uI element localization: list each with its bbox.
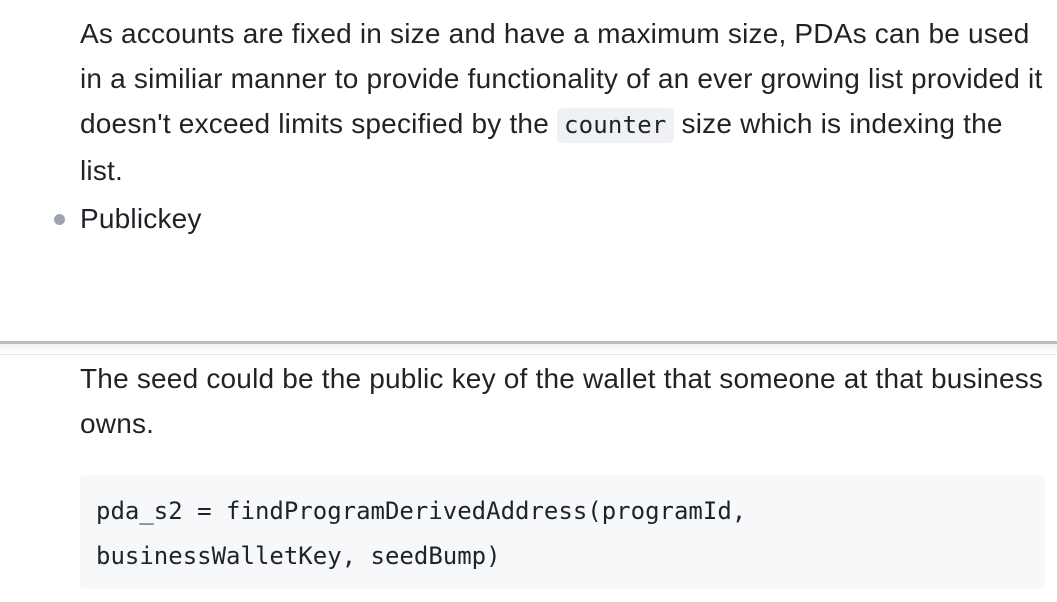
pda-list-paragraph: As accounts are fixed in size and have a… <box>80 11 1045 193</box>
code-block: pda_s2 = findProgramDerivedAddress(progr… <box>80 475 1045 589</box>
code-line-1: pda_s2 = findProgramDerivedAddress(progr… <box>96 497 747 525</box>
bullet-dot-icon <box>54 214 65 225</box>
seed-paragraph: The seed could be the public key of the … <box>80 363 1044 439</box>
section-divider-bottom-line <box>0 354 1057 355</box>
inline-code-counter: counter <box>556 108 674 143</box>
code-line-2: businessWalletKey, seedBump) <box>96 542 501 570</box>
bullet-item-publickey: Publickey <box>80 203 202 234</box>
